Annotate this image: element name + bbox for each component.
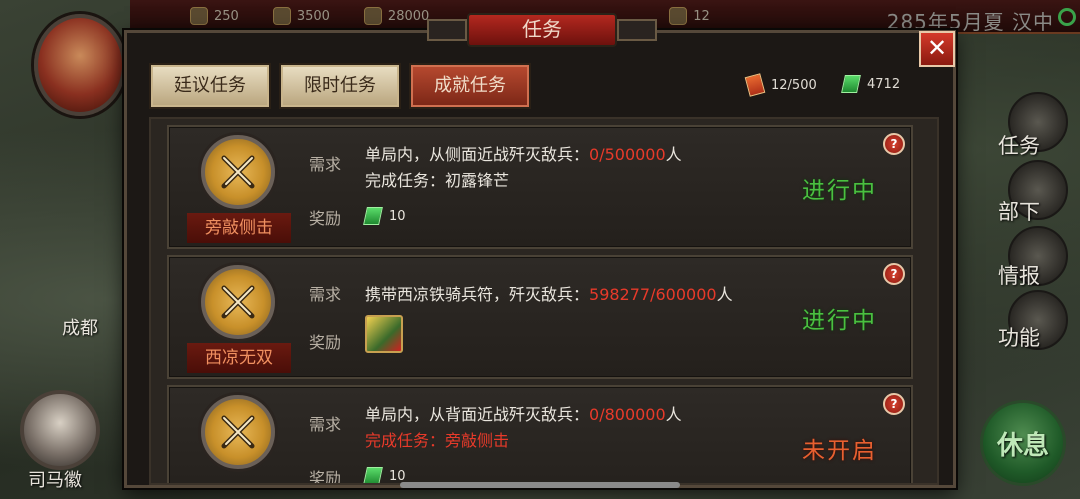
quest-list[interactable]: 旁敲侧击 需求 单局内，从侧面近战歼灭敌兵：0/500000人 完成任务：初露锋… [149, 117, 939, 485]
rest-button[interactable]: 休息 [980, 400, 1066, 486]
help-button[interactable]: ? [883, 393, 905, 415]
home-indicator [400, 482, 680, 488]
requirement-text: 单局内，从背面近战歼灭敌兵：0/800000人 [365, 405, 682, 424]
menu-quests-label: 任务 [998, 134, 1040, 158]
quest-name: 旁敲侧击 [187, 213, 291, 243]
dialog-title: 任务 [467, 13, 617, 47]
title-ornament-left [427, 19, 467, 41]
prerequisite-text: 完成任务：初露锋芒 [365, 171, 510, 190]
general-avatar[interactable] [20, 390, 100, 470]
order-icon [669, 7, 688, 25]
crossed-swords-icon [201, 265, 275, 339]
reward-jade: 10 [363, 207, 406, 225]
troops-icon [363, 7, 382, 25]
tally-item-icon[interactable] [365, 315, 403, 353]
requirement-text: 单局内，从侧面近战歼灭敌兵：0/500000人 [365, 145, 682, 164]
menu-intel-label: 情报 [998, 264, 1040, 288]
tab-limited-quests[interactable]: 限时任务 [279, 63, 401, 109]
quest-item[interactable]: 需求 单局内，从背面近战歼灭敌兵：0/800000人 完成任务：旁敲侧击 奖励 … [167, 385, 913, 485]
menu-functions-label: 功能 [998, 326, 1040, 350]
reward-item [365, 315, 403, 353]
title-ornament-right [617, 19, 657, 41]
gold-icon [272, 7, 291, 25]
requirement-text: 携带西凉铁骑兵符，歼灭敌兵：598277/600000人 [365, 285, 733, 304]
food-icon [190, 7, 208, 25]
token-counter: 12/500 [744, 73, 817, 97]
crossed-swords-icon [201, 395, 275, 469]
quest-tabs: 廷议任务 限时任务 成就任务 [149, 63, 531, 109]
quest-item[interactable]: 西凉无双 需求 携带西凉铁骑兵符，歼灭敌兵：598277/600000人 奖励 … [167, 255, 913, 379]
requirement-label: 需求 [309, 155, 342, 174]
network-status-icon [1058, 8, 1076, 26]
quest-item[interactable]: 旁敲侧击 需求 单局内，从侧面近战歼灭敌兵：0/500000人 完成任务：初露锋… [167, 125, 913, 249]
player-avatar[interactable] [34, 14, 126, 116]
resource-troops: 28000 [363, 7, 429, 25]
jade-counter: 4712 [841, 75, 900, 93]
requirement-label: 需求 [309, 285, 342, 304]
progress-value: 0/500000 [589, 145, 666, 164]
progress-value: 0/800000 [589, 405, 666, 424]
general-name: 司马徽 [28, 470, 82, 491]
quest-status: 进行中 [802, 308, 877, 334]
tab-achievement-quests[interactable]: 成就任务 [409, 63, 531, 109]
quest-name: 西凉无双 [187, 343, 291, 373]
jade-icon [363, 467, 383, 483]
resource-gold: 3500 [272, 7, 330, 25]
crossed-swords-icon [201, 135, 275, 209]
close-button[interactable]: ✕ [919, 31, 955, 67]
requirement-label: 需求 [309, 415, 342, 434]
resource-orders: 12 [669, 7, 710, 25]
resource-food: 250 [190, 7, 239, 25]
reward-jade: 10 [363, 467, 406, 483]
progress-value: 598277/600000 [589, 285, 717, 304]
reward-label: 奖励 [309, 333, 342, 352]
jade-icon [841, 75, 861, 93]
token-icon [744, 73, 766, 97]
reward-label: 奖励 [309, 469, 342, 485]
reward-label: 奖励 [309, 209, 342, 228]
help-button[interactable]: ? [883, 133, 905, 155]
menu-subordinates-label: 部下 [998, 200, 1040, 224]
quest-dialog: 任务 ✕ 廷议任务 限时任务 成就任务 12/500 4712 旁敲侧击 需求 … [124, 13, 956, 488]
city-label-chengdu[interactable]: 成都 [62, 314, 98, 340]
prerequisite-text: 完成任务：旁敲侧击 [365, 431, 510, 450]
tab-court-quests[interactable]: 廷议任务 [149, 63, 271, 109]
help-button[interactable]: ? [883, 263, 905, 285]
quest-status: 未开启 [802, 438, 877, 464]
quest-status: 进行中 [802, 178, 877, 204]
jade-icon [363, 207, 383, 225]
